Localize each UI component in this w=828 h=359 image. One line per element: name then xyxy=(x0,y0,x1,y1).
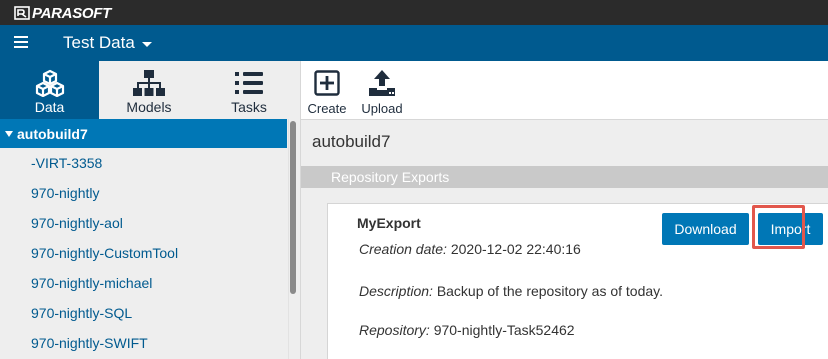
upload-icon xyxy=(369,70,395,96)
tree-children: -VIRT-3358 970-nightly 970-nightly-aol 9… xyxy=(0,148,287,358)
app-header: Test Data xyxy=(0,25,828,61)
repository: Repository: 970-nightly-Task52462 xyxy=(359,322,575,338)
import-button[interactable]: Import xyxy=(758,213,823,245)
tab-data-label: Data xyxy=(34,99,65,115)
tab-data[interactable]: Data xyxy=(0,61,99,119)
repository-tree: autobuild7 -VIRT-3358 970-nightly 970-ni… xyxy=(0,119,300,359)
tab-models[interactable]: Models xyxy=(99,61,199,119)
hierarchy-icon xyxy=(133,70,165,96)
creation-date: Creation date: 2020-12-02 22:40:16 xyxy=(359,241,581,257)
description-value: Backup of the repository as of today. xyxy=(436,283,664,299)
parasoft-logo: PARASOFT xyxy=(14,4,111,22)
app-title: Test Data xyxy=(63,33,135,52)
hamburger-icon[interactable] xyxy=(14,36,28,50)
brand-bar: PARASOFT xyxy=(0,0,828,25)
page-title: autobuild7 xyxy=(312,132,391,151)
tree-item[interactable]: 970-nightly xyxy=(0,178,287,208)
export-name: MyExport xyxy=(357,215,421,231)
upload-button[interactable]: Upload xyxy=(358,61,406,119)
repository-label: Repository: xyxy=(359,322,430,338)
description-label: Description: xyxy=(359,283,433,299)
tree-item[interactable]: -VIRT-3358 xyxy=(0,148,287,178)
app-switcher[interactable]: Test Data xyxy=(63,33,152,53)
create-button[interactable]: Create xyxy=(307,61,347,119)
tab-tasks-label: Tasks xyxy=(231,99,267,115)
repository-value: 970-nightly-Task52462 xyxy=(433,322,575,338)
list-icon xyxy=(235,72,263,94)
tree-item[interactable]: 970-nightly-michael xyxy=(0,268,287,298)
export-card: MyExport Creation date: 2020-12-02 22:40… xyxy=(327,203,828,359)
toolbar: Create Upload xyxy=(300,61,828,119)
brand-name: PARASOFT xyxy=(32,4,111,22)
tree-item[interactable]: 970-nightly-SWIFT xyxy=(0,328,287,358)
plus-square-icon xyxy=(314,70,340,96)
tree-root-node[interactable]: autobuild7 xyxy=(0,119,287,148)
cubes-icon xyxy=(35,69,64,97)
description: Description: Backup of the repository as… xyxy=(359,283,663,299)
download-button[interactable]: Download xyxy=(662,213,749,245)
creation-date-label: Creation date: xyxy=(359,241,447,257)
main-content: autobuild7 Repository Exports MyExport C… xyxy=(300,119,828,359)
tree-item[interactable]: 970-nightly-aol xyxy=(0,208,287,238)
tree-item[interactable]: 970-nightly-CustomTool xyxy=(0,238,287,268)
expand-triangle-icon[interactable] xyxy=(5,130,13,137)
upload-label: Upload xyxy=(361,101,403,116)
tree-item[interactable]: 970-nightly-SQL xyxy=(0,298,287,328)
module-tabs: Data Models Tasks xyxy=(0,61,300,119)
tab-tasks[interactable]: Tasks xyxy=(199,61,299,119)
creation-date-value: 2020-12-02 22:40:16 xyxy=(450,241,581,257)
parasoft-logo-icon xyxy=(14,6,30,20)
caret-down-icon xyxy=(141,42,152,47)
create-label: Create xyxy=(307,101,347,116)
section-title: Repository Exports xyxy=(331,169,450,185)
section-header: Repository Exports xyxy=(301,166,828,188)
sidebar-scrollbar-thumb[interactable] xyxy=(290,121,296,294)
tree-root-label: autobuild7 xyxy=(17,125,88,142)
tab-models-label: Models xyxy=(126,99,172,115)
